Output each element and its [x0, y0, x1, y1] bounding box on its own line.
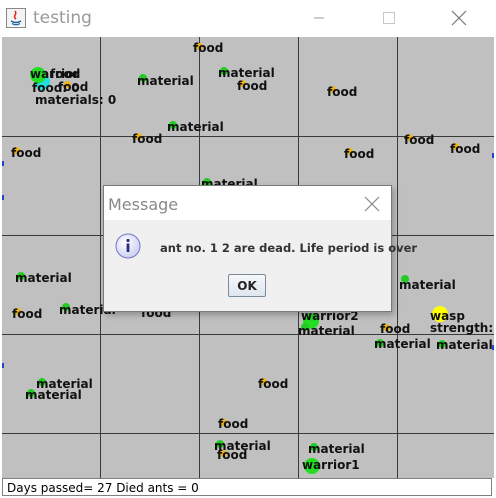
food-label: food: [193, 41, 224, 55]
window-title: testing: [33, 8, 92, 28]
grid-line: [2, 334, 494, 335]
title-bar: testing: [0, 0, 496, 36]
java-app-icon: [6, 8, 26, 28]
material-label: material: [374, 337, 431, 351]
grid-line: [2, 433, 494, 434]
status-bar: Days passed= 27 Died ants = 0: [2, 478, 492, 496]
ok-button[interactable]: OK: [228, 274, 266, 297]
edge-marker: [2, 161, 4, 166]
info-icon: [115, 233, 141, 259]
minimize-button[interactable]: [296, 0, 342, 36]
close-button[interactable]: [436, 0, 482, 36]
edge-marker: [2, 195, 4, 200]
material-label: material: [399, 278, 456, 292]
food-label: food: [12, 307, 43, 321]
material-label: material: [15, 271, 72, 285]
food-label: food: [237, 79, 268, 93]
dialog-message: ant no. 1 2 are dead. Life period is ove…: [160, 241, 418, 255]
warrior-label: warrior1: [302, 458, 360, 472]
food-label: food: [132, 132, 163, 146]
food-label: food: [217, 448, 248, 462]
message-dialog: Message ant no. 1 2 are dead. Life perio…: [103, 185, 417, 312]
status-text: Days passed= 27 Died ants = 0: [7, 481, 199, 495]
food-label: food: [218, 417, 249, 431]
grid-line: [397, 37, 398, 478]
dialog-close-icon[interactable]: [361, 193, 383, 215]
food-label: food: [327, 85, 358, 99]
material-label: material: [137, 74, 194, 88]
dialog-title: Message: [108, 195, 179, 214]
dialog-title-bar: Message: [104, 186, 391, 220]
food-label: food: [404, 133, 435, 147]
food-label: food: [258, 377, 289, 391]
edge-marker: [492, 153, 494, 158]
material-label: material: [298, 324, 355, 338]
close-icon: [451, 10, 467, 26]
material-label: material: [167, 120, 224, 134]
edge-marker: [2, 363, 4, 368]
wasp-strength: strength: 2: [430, 321, 494, 335]
material-label: material: [308, 442, 365, 456]
material-label: material: [25, 388, 82, 402]
food-label: food: [450, 142, 481, 156]
food-label: food: [344, 147, 375, 161]
minimize-icon: [314, 17, 324, 19]
food-label: food: [380, 322, 411, 336]
maximize-icon: [383, 12, 395, 24]
maximize-button[interactable]: [366, 0, 412, 36]
colony-materials-count: materials: 0: [35, 93, 117, 107]
food-label: food: [11, 146, 42, 160]
material-label: material: [436, 338, 493, 352]
